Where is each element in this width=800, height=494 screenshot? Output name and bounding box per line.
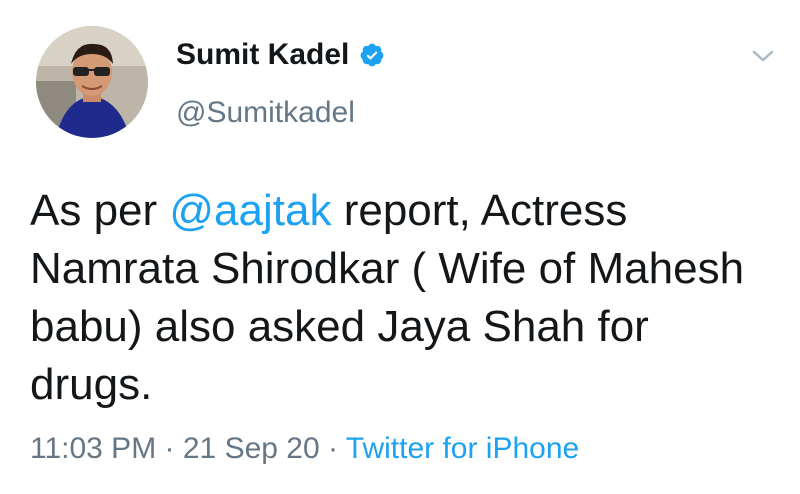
avatar-image <box>36 26 148 138</box>
tweet-metadata: 11:03 PM · 21 Sep 20 · Twitter for iPhon… <box>30 432 579 466</box>
tweet-text: As per @aajtak report, Actress Namrata S… <box>30 182 770 414</box>
author-handle[interactable]: @Sumitkadel <box>176 96 355 130</box>
tweet-time[interactable]: 11:03 PM <box>30 432 156 465</box>
tweet-date[interactable]: 21 Sep 20 <box>183 432 320 465</box>
verified-badge-icon <box>359 42 385 68</box>
tweet-card: Sumit Kadel @Sumitkadel As per @aajtak r… <box>0 0 800 494</box>
author-name-row[interactable]: Sumit Kadel <box>176 38 385 72</box>
tweet-text-before: As per <box>30 186 170 235</box>
meta-separator: · <box>319 432 346 465</box>
author-display-name[interactable]: Sumit Kadel <box>176 38 349 72</box>
meta-separator: · <box>156 432 183 465</box>
mention-link[interactable]: @aajtak <box>169 186 331 235</box>
chevron-down-icon[interactable] <box>748 44 778 68</box>
tweet-source-link[interactable]: Twitter for iPhone <box>346 432 579 465</box>
avatar[interactable] <box>36 26 148 138</box>
